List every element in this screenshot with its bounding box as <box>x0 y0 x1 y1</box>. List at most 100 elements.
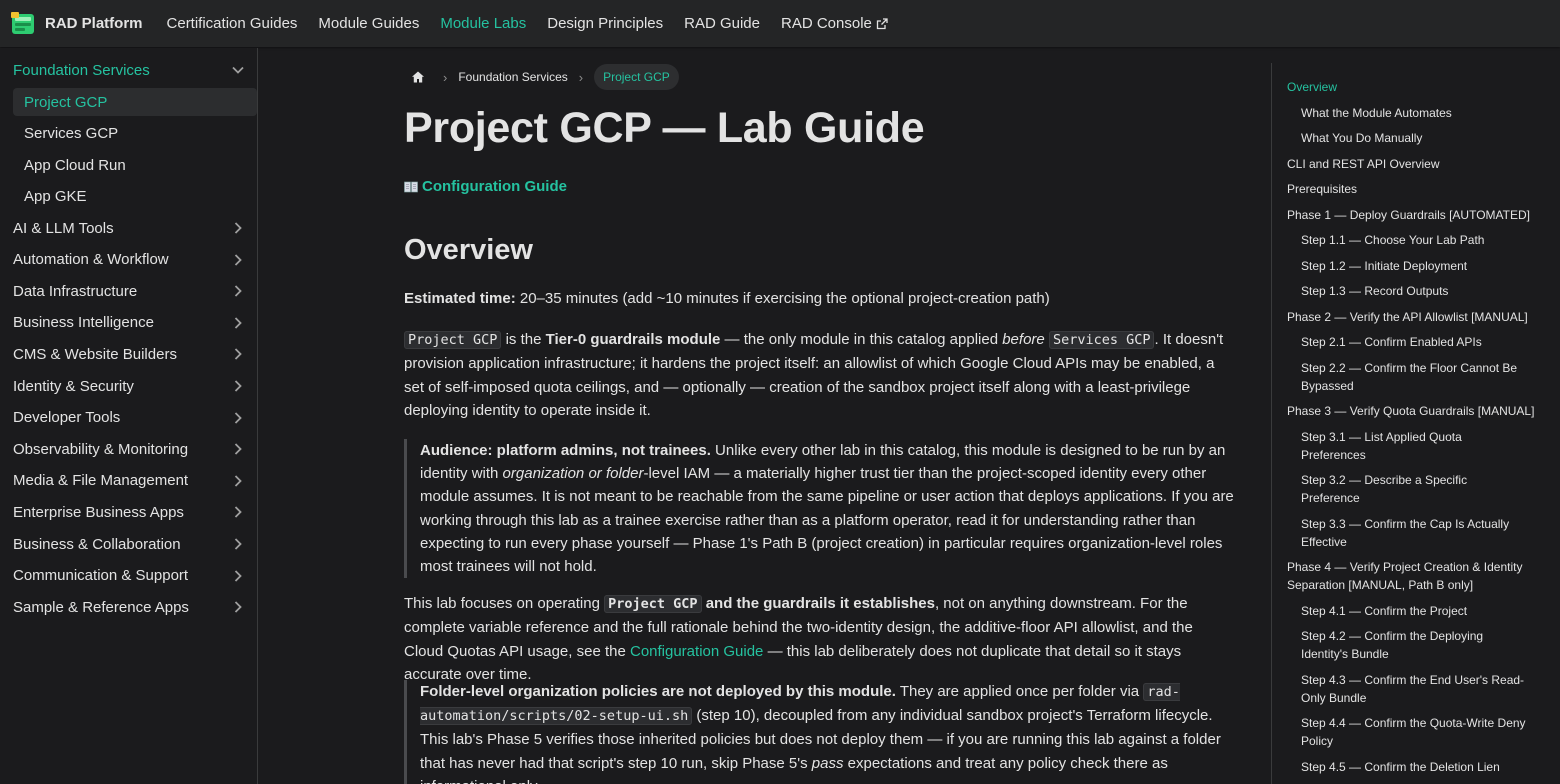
toc-item[interactable]: Prerequisites <box>1287 180 1539 198</box>
text: — the only module in this catalog applie… <box>720 331 1003 348</box>
breadcrumb-project-gcp: Project GCP <box>594 64 679 90</box>
toc-item[interactable]: Step 2.1 — Confirm Enabled APIs <box>1301 333 1529 351</box>
intro-paragraph: Project GCP is the Tier-0 guardrails mod… <box>404 328 1236 422</box>
chevron-right-icon[interactable] <box>231 442 245 456</box>
sidebar-category-label: Media & File Management <box>13 472 189 490</box>
chevron-right-icon[interactable] <box>231 379 245 393</box>
sidebar-category-media-file-management[interactable]: Media & File Management <box>0 466 257 496</box>
sidebar-category-label: Automation & Workflow <box>13 251 169 269</box>
nav-module-labs[interactable]: Module Labs <box>440 15 526 32</box>
sidebar-item-app-cloud-run[interactable]: App Cloud Run <box>13 151 257 179</box>
home-icon <box>412 71 424 83</box>
chevron-right-icon[interactable] <box>231 221 245 235</box>
sidebar-category-label: Foundation Services <box>13 61 150 79</box>
toc-item[interactable]: Step 4.2 — Confirm the Deploying Identit… <box>1301 627 1529 663</box>
chevron-right-icon[interactable] <box>231 569 245 583</box>
chevron-right-icon[interactable] <box>231 411 245 425</box>
sidebar-category-enterprise-business-apps[interactable]: Enterprise Business Apps <box>0 497 257 527</box>
toc-item[interactable]: Overview <box>1287 78 1539 96</box>
sidebar-item-project-gcp[interactable]: Project GCP <box>13 88 257 116</box>
toc-item[interactable]: Step 3.1 — List Applied Quota Preference… <box>1301 428 1529 464</box>
nav-rad-guide[interactable]: RAD Guide <box>684 15 760 32</box>
bold-text: Audience: platform admins, not trainees. <box>420 442 711 459</box>
configuration-guide-link[interactable]: Configuration Guide <box>404 178 567 195</box>
sidebar-item-app-gke[interactable]: App GKE <box>13 182 257 210</box>
text: is the <box>501 331 546 348</box>
toc-item[interactable]: Step 4.4 — Confirm the Quota-Write Deny … <box>1301 714 1529 750</box>
toc-item[interactable]: Step 3.3 — Confirm the Cap Is Actually E… <box>1301 515 1529 551</box>
chevron-right-icon[interactable] <box>231 347 245 361</box>
sidebar-category-label: Sample & Reference Apps <box>13 598 189 616</box>
sidebar-item-services-gcp[interactable]: Services GCP <box>13 119 257 147</box>
sidebar-category-sample-reference-apps[interactable]: Sample & Reference Apps <box>0 592 257 622</box>
toc-item[interactable]: Phase 2 — Verify the API Allowlist [MANU… <box>1287 308 1539 326</box>
sidebar-category-observability-monitoring[interactable]: Observability & Monitoring <box>0 434 257 464</box>
sidebar-category-label: CMS & Website Builders <box>13 345 177 363</box>
focus-paragraph: This lab focuses on operating Project GC… <box>404 592 1236 686</box>
sidebar-category-cms-website-builders[interactable]: CMS & Website Builders <box>0 339 257 369</box>
chevron-right-icon[interactable] <box>231 284 245 298</box>
toc-item[interactable]: Step 3.2 — Describe a Specific Preferenc… <box>1301 471 1529 507</box>
nav-certification-guides[interactable]: Certification Guides <box>167 15 298 32</box>
nav-rad-console[interactable]: RAD Console <box>781 15 888 32</box>
sidebar-category-label: Observability & Monitoring <box>13 440 189 458</box>
sidebar-category-label: Data Infrastructure <box>13 282 138 300</box>
toc-item[interactable]: Step 1.3 — Record Outputs <box>1301 282 1529 300</box>
toc-item[interactable]: Step 4.1 — Confirm the Project <box>1301 602 1529 620</box>
brand-link[interactable]: RAD Platform <box>11 11 143 36</box>
inline-code: Project GCP <box>404 331 502 349</box>
estimated-time-value: 20–35 minutes (add ~10 minutes if exerci… <box>515 290 1050 307</box>
sidebar-category-label: Business Intelligence <box>13 314 154 332</box>
chevron-right-icon[interactable] <box>231 537 245 551</box>
italic-text: before <box>1002 331 1045 348</box>
estimated-time: Estimated time: 20–35 minutes (add ~10 m… <box>404 287 1236 310</box>
sidebar-category-automation-workflow[interactable]: Automation & Workflow <box>0 245 257 275</box>
sidebar-category-communication-support[interactable]: Communication & Support <box>0 561 257 591</box>
inline-code: Project GCP <box>604 595 702 613</box>
toc-item[interactable]: What the Module Automates <box>1301 104 1529 122</box>
chevron-right-icon[interactable] <box>231 474 245 488</box>
chevron-right-icon[interactable] <box>231 316 245 330</box>
chevron-down-icon[interactable] <box>231 63 245 77</box>
toc-item[interactable]: Phase 1 — Deploy Guardrails [AUTOMATED] <box>1287 206 1539 224</box>
sidebar-category-label: Communication & Support <box>13 567 189 585</box>
chevron-right-icon[interactable] <box>231 600 245 614</box>
sidebar-category-foundation-services[interactable]: Foundation Services <box>0 55 257 85</box>
bold-text: Folder-level organization policies are n… <box>420 683 896 700</box>
sidebar-category-ai-llm-tools[interactable]: AI & LLM Tools <box>0 213 257 243</box>
text: They are applied once per folder via <box>895 683 1144 700</box>
logo-icon <box>11 11 34 34</box>
sidebar-category-label: Developer Tools <box>13 409 121 427</box>
toc-item[interactable]: Phase 3 — Verify Quota Guardrails [MANUA… <box>1287 402 1539 420</box>
italic-text: pass <box>811 754 844 772</box>
sidebar-category-identity-security[interactable]: Identity & Security <box>0 371 257 401</box>
breadcrumb-home[interactable] <box>404 63 432 91</box>
sidebar-category-business-intelligence[interactable]: Business Intelligence <box>0 308 257 338</box>
nav-design-principles[interactable]: Design Principles <box>547 15 663 32</box>
nav-rad-console-label: RAD Console <box>781 15 872 32</box>
nav-module-guides[interactable]: Module Guides <box>318 15 419 32</box>
sidebar-category-developer-tools[interactable]: Developer Tools <box>0 403 257 433</box>
table-of-contents: Overview What the Module Automates What Yo… <box>1271 63 1560 784</box>
sidebar-category-business-collaboration[interactable]: Business & Collaboration <box>0 529 257 559</box>
breadcrumb-foundation-services[interactable]: Foundation Services <box>458 70 567 84</box>
chevron-right-icon[interactable] <box>231 505 245 519</box>
toc-item[interactable]: Step 2.2 — Confirm the Floor Cannot Be B… <box>1301 359 1529 395</box>
toc-item[interactable]: Step 1.1 — Choose Your Lab Path <box>1301 231 1529 249</box>
configuration-guide-inline-link[interactable]: Configuration Guide <box>630 643 763 660</box>
chevron-right-icon[interactable] <box>231 253 245 267</box>
sidebar-category-data-infrastructure[interactable]: Data Infrastructure <box>0 276 257 306</box>
inline-code: Services GCP <box>1048 331 1155 349</box>
top-navbar: RAD Platform Certification Guides Module… <box>0 0 1560 47</box>
toc-item[interactable]: CLI and REST API Overview <box>1287 155 1539 173</box>
sidebar: Foundation Services Project GCP Services… <box>0 48 258 784</box>
sidebar-category-label: AI & LLM Tools <box>13 219 114 237</box>
overview-heading: Overview <box>404 234 533 266</box>
toc-item[interactable]: Phase 4 — Verify Project Creation & Iden… <box>1287 558 1539 594</box>
configuration-guide-label: Configuration Guide <box>422 178 567 195</box>
toc-item[interactable]: Step 1.2 — Initiate Deployment <box>1301 257 1529 275</box>
toc-item[interactable]: What You Do Manually <box>1301 129 1529 147</box>
toc-item[interactable]: Step 4.3 — Confirm the End User's Read-O… <box>1301 671 1529 707</box>
audience-callout: Audience: platform admins, not trainees.… <box>404 439 1236 579</box>
toc-item[interactable]: Step 4.5 — Confirm the Deletion Lien <box>1301 758 1529 776</box>
